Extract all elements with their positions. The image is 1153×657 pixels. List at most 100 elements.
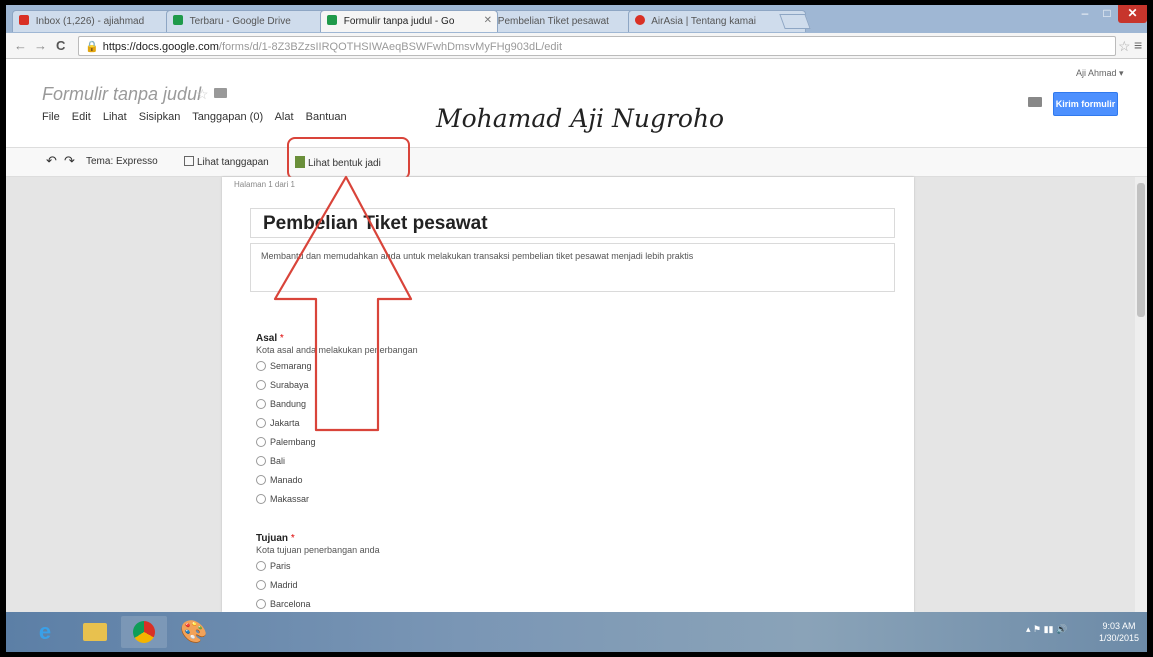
form-page: Halaman 1 dari 1 Pembelian Tiket pesawat… [222,177,914,612]
chrome-menu-icon[interactable]: ≡ [1134,37,1142,53]
option-item[interactable]: Bandung [256,399,306,409]
back-icon[interactable]: ← [14,38,27,53]
star-icon[interactable]: ☆ [196,86,209,103]
radio-icon[interactable] [256,561,266,571]
radio-icon[interactable] [256,475,266,485]
tab-drive[interactable]: Terbaru - Google Drive ✕ [166,10,344,32]
option-label: Jakarta [270,418,300,428]
option-label: Manado [270,475,303,485]
folder-icon[interactable] [214,88,227,98]
tab-strip: Inbox (1,226) - ajiahmad ✕ Terbaru - Goo… [6,5,1147,33]
radio-icon[interactable] [256,399,266,409]
clock-time: 9:03 AM [1102,621,1136,631]
radio-icon[interactable] [256,494,266,504]
option-item[interactable]: Jakarta [256,418,300,428]
menu-edit[interactable]: Edit [72,111,91,123]
account-menu[interactable]: Aji Ahmad ▾ [1076,68,1124,79]
question-title-text: Asal [256,333,278,344]
radio-icon[interactable] [256,456,266,466]
question-title[interactable]: Tujuan * [256,533,295,544]
radio-icon[interactable] [256,437,266,447]
url-host: https://docs.google.com [102,41,219,53]
menu-insert[interactable]: Sisipkan [139,111,181,123]
responses-icon [184,156,194,166]
redo-icon[interactable]: ↷ [64,153,75,169]
option-item[interactable]: Makassar [256,494,309,504]
document-title[interactable]: Formulir tanpa judul [42,84,201,105]
radio-icon[interactable] [256,599,266,609]
option-label: Barcelona [270,599,311,609]
form-description-field[interactable]: Membantu dan memudahkan anda untuk melak… [250,243,895,292]
form-canvas: Halaman 1 dari 1 Pembelian Tiket pesawat… [6,177,1147,612]
comment-icon[interactable] [1028,97,1042,107]
drive-icon [173,15,183,25]
question-help: Kota asal anda melakukan penerbangan [256,345,418,355]
close-window-button[interactable]: ✕ [1118,5,1147,23]
form-title-field[interactable]: Pembelian Tiket pesawat [250,208,895,238]
question-title[interactable]: Asal * [256,333,284,344]
gmail-icon [19,15,29,25]
url-path: /forms/d/1-8Z3BZzsIIRQOTHSIWAeqBSWFwhDms… [218,41,563,53]
forward-icon[interactable]: → [34,38,47,53]
system-tray[interactable]: ▴ ⚑ ▮▮ 🔊 [1026,624,1067,635]
maximize-button[interactable]: □ [1096,5,1118,23]
view-responses-button[interactable]: Lihat tanggapan [184,156,269,168]
option-item[interactable]: Barcelona [256,599,311,609]
chrome-logo [133,621,155,643]
menu-file[interactable]: File [42,111,60,123]
option-item[interactable]: Bali [256,456,285,466]
menu-tools[interactable]: Alat [275,111,294,123]
lock-icon: 🔒 [85,41,99,53]
required-asterisk: * [279,333,284,344]
option-label: Bandung [270,399,307,409]
radio-icon[interactable] [256,580,266,590]
screen: Inbox (1,226) - ajiahmad ✕ Terbaru - Goo… [6,5,1147,652]
tab-label: Inbox (1,226) - ajiahmad [35,16,145,27]
menu-help[interactable]: Bantuan [306,111,347,123]
radio-icon[interactable] [256,418,266,428]
author-signature: Mohamad Aji Nugroho [436,104,725,133]
tab-label: Formulir tanpa judul - Go [343,16,455,27]
chrome-icon[interactable] [121,616,167,648]
scrollbar-thumb[interactable] [1137,183,1145,317]
paint-icon[interactable]: 🎨 [171,616,217,648]
airasia-icon [635,15,645,25]
minimize-button[interactable]: – [1074,5,1096,23]
file-explorer-icon[interactable] [72,616,118,648]
menu-responses[interactable]: Tanggapan (0) [192,111,263,123]
tab-forms[interactable]: Formulir tanpa judul - Go ✕ [320,10,498,32]
tab-preview[interactable]: Pembelian Tiket pesawat ✕ [474,10,652,32]
page-label: Halaman 1 dari 1 [234,180,295,189]
view-responses-label: Lihat tanggapan [197,157,269,168]
tab-label: Pembelian Tiket pesawat [497,16,609,27]
menu-bar: File Edit Lihat Sisipkan Tanggapan (0) A… [42,111,356,123]
menu-view[interactable]: Lihat [103,111,127,123]
option-item[interactable]: Semarang [256,361,312,371]
send-form-button[interactable]: Kirim formulir [1053,92,1118,116]
option-item[interactable]: Palembang [256,437,316,447]
option-label: Makassar [270,494,310,504]
close-icon[interactable]: ✕ [484,15,492,26]
browser-toolbar: ← → C 🔒 https://docs.google.com/forms/d/1… [6,33,1147,59]
new-tab-button[interactable] [779,14,811,29]
option-label: Bali [270,456,286,466]
radio-icon[interactable] [256,380,266,390]
option-item[interactable]: Madrid [256,580,298,590]
option-item[interactable]: Manado [256,475,303,485]
bookmark-star-icon[interactable]: ☆ [1118,38,1131,55]
vertical-scrollbar[interactable] [1135,177,1147,612]
radio-icon[interactable] [256,361,266,371]
address-bar[interactable]: 🔒 https://docs.google.com/forms/d/1-8Z3BZ… [78,36,1116,56]
tab-inbox[interactable]: Inbox (1,226) - ajiahmad ✕ [12,10,190,32]
option-item[interactable]: Surabaya [256,380,309,390]
internet-explorer-icon[interactable]: e [22,616,68,648]
option-item[interactable]: Paris [256,561,291,571]
required-asterisk: * [290,533,295,544]
tab-label: AirAsia | Tentang kamai [651,16,756,27]
theme-button[interactable]: Tema: Expresso [86,156,158,167]
option-label: Palembang [270,437,316,447]
reload-icon[interactable]: C [56,38,65,53]
undo-icon[interactable]: ↶ [46,153,57,169]
forms-icon [327,15,337,25]
clock[interactable]: 9:03 AM 1/30/2015 [1099,620,1139,644]
